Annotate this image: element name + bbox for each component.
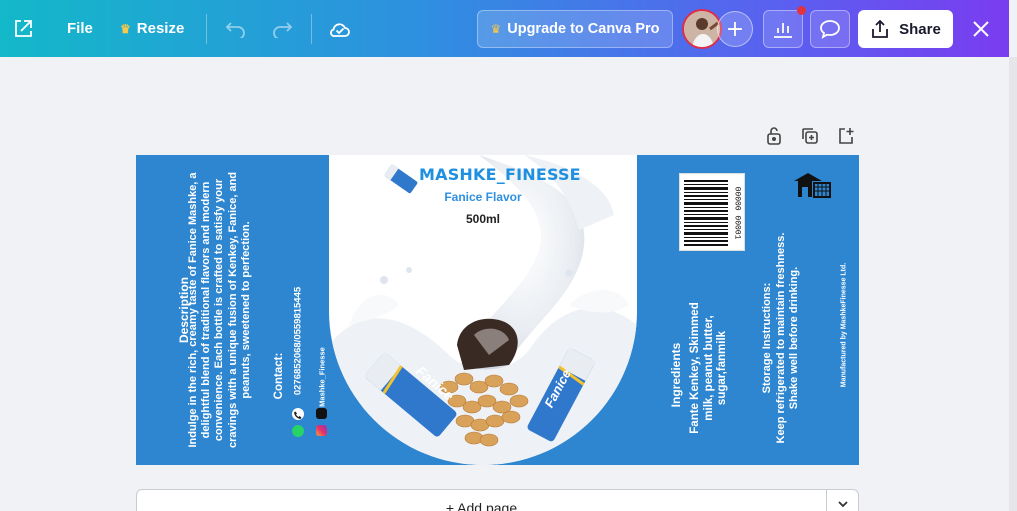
volume-label: 500ml: [465, 212, 501, 226]
ingredients-line: sugar,fanmilk: [715, 330, 728, 406]
chevron-down-icon: [837, 501, 848, 508]
add-collaborator-button[interactable]: +: [717, 11, 753, 47]
storage-line: Shake well before drinking.: [787, 266, 800, 410]
upload-icon: [872, 19, 889, 38]
external-link-icon[interactable]: [12, 0, 34, 57]
description-line: Indulge in the rich, creamy taste of Fan…: [186, 172, 199, 448]
bar-chart-icon: [774, 23, 792, 38]
add-page-label: + Add page: [445, 500, 518, 511]
resize-button[interactable]: ♛ Resize: [120, 0, 184, 57]
storage-instructions: Storage Instructions: Keep refrigerated …: [761, 233, 802, 444]
upgrade-button[interactable]: ♛ Upgrade to Canva Pro: [477, 10, 673, 48]
design-page[interactable]: Description Indulge in the rich, creamy …: [136, 155, 859, 465]
ingredients-line: milk, peanut butter,: [702, 315, 715, 421]
barcode-number: 00000 00001: [732, 186, 742, 240]
share-button[interactable]: Share: [858, 10, 953, 48]
whatsapp-icon: [292, 425, 304, 437]
contact-phone: 0276852068/0559815445: [292, 286, 304, 396]
share-label: Share: [899, 20, 941, 38]
editor-toolbar: File ♛ Resize ♛ Upgrade to Canva Pro + S…: [0, 0, 1009, 57]
phone-icon: [292, 408, 304, 420]
cloud-saved-icon[interactable]: [329, 0, 351, 57]
factory-logo-icon: [792, 169, 832, 204]
crown-icon: ♛: [490, 22, 502, 36]
resize-label: Resize: [136, 20, 185, 37]
file-label: File: [67, 20, 93, 37]
storage-line: Keep refrigerated to maintain freshness.: [774, 232, 787, 444]
description-line: convenience. Each bottle is crafted to s…: [213, 178, 226, 442]
description-line: cravings with a unique fusion of Kenkey,…: [226, 171, 239, 449]
instagram-icon: [316, 425, 327, 436]
ingredients-title: Ingredients: [669, 342, 683, 408]
insights-button[interactable]: [763, 10, 803, 48]
manufacturer-text: Manufactured by MashkeFinesse Ltd.: [840, 262, 848, 388]
tiktok-icon: [316, 408, 327, 419]
file-menu-button[interactable]: File: [67, 0, 93, 57]
flavor-label: Fanice Flavor: [444, 190, 522, 204]
product-panel: Fanice Fanice MASHKE_FINESSE Fanice Flav…: [329, 155, 637, 465]
duplicate-page-icon[interactable]: [800, 126, 820, 146]
comments-button[interactable]: [810, 10, 850, 48]
add-page-button[interactable]: + Add page: [136, 489, 827, 511]
close-icon[interactable]: [972, 0, 990, 57]
description-line: peanuts, sweetened to perfection.: [239, 221, 252, 399]
add-page-dropdown[interactable]: [826, 489, 859, 511]
ingredients-text: Fante Kenkey, Skimmed milk, peanut butte…: [689, 302, 730, 433]
contact-social: Mashke_Finesse: [317, 347, 327, 407]
description-text: Indulge in the rich, creamy taste of Fan…: [187, 172, 253, 448]
undo-icon[interactable]: [225, 0, 247, 57]
toolbar-divider: [311, 14, 312, 44]
upgrade-label: Upgrade to Canva Pro: [507, 21, 660, 37]
notification-dot: [797, 6, 806, 15]
toolbar-divider: [206, 14, 207, 44]
comment-icon: [820, 20, 840, 39]
plus-icon: +: [725, 16, 745, 42]
contact-title: Contact:: [273, 352, 285, 400]
avatar[interactable]: [682, 9, 722, 49]
scrollbar[interactable]: [1009, 57, 1017, 511]
barcode: 00000 00001: [679, 173, 745, 251]
ingredients-line: Fante Kenkey, Skimmed: [688, 302, 701, 434]
add-page-icon[interactable]: [836, 126, 856, 146]
lock-icon[interactable]: [764, 126, 784, 146]
storage-line: Storage Instructions:: [760, 282, 773, 394]
crown-icon: ♛: [120, 21, 131, 36]
brand-name: MASHKE_FINESSE: [419, 165, 581, 184]
redo-icon[interactable]: [271, 0, 293, 57]
description-line: delightful blend of traditional flavors …: [200, 181, 213, 439]
